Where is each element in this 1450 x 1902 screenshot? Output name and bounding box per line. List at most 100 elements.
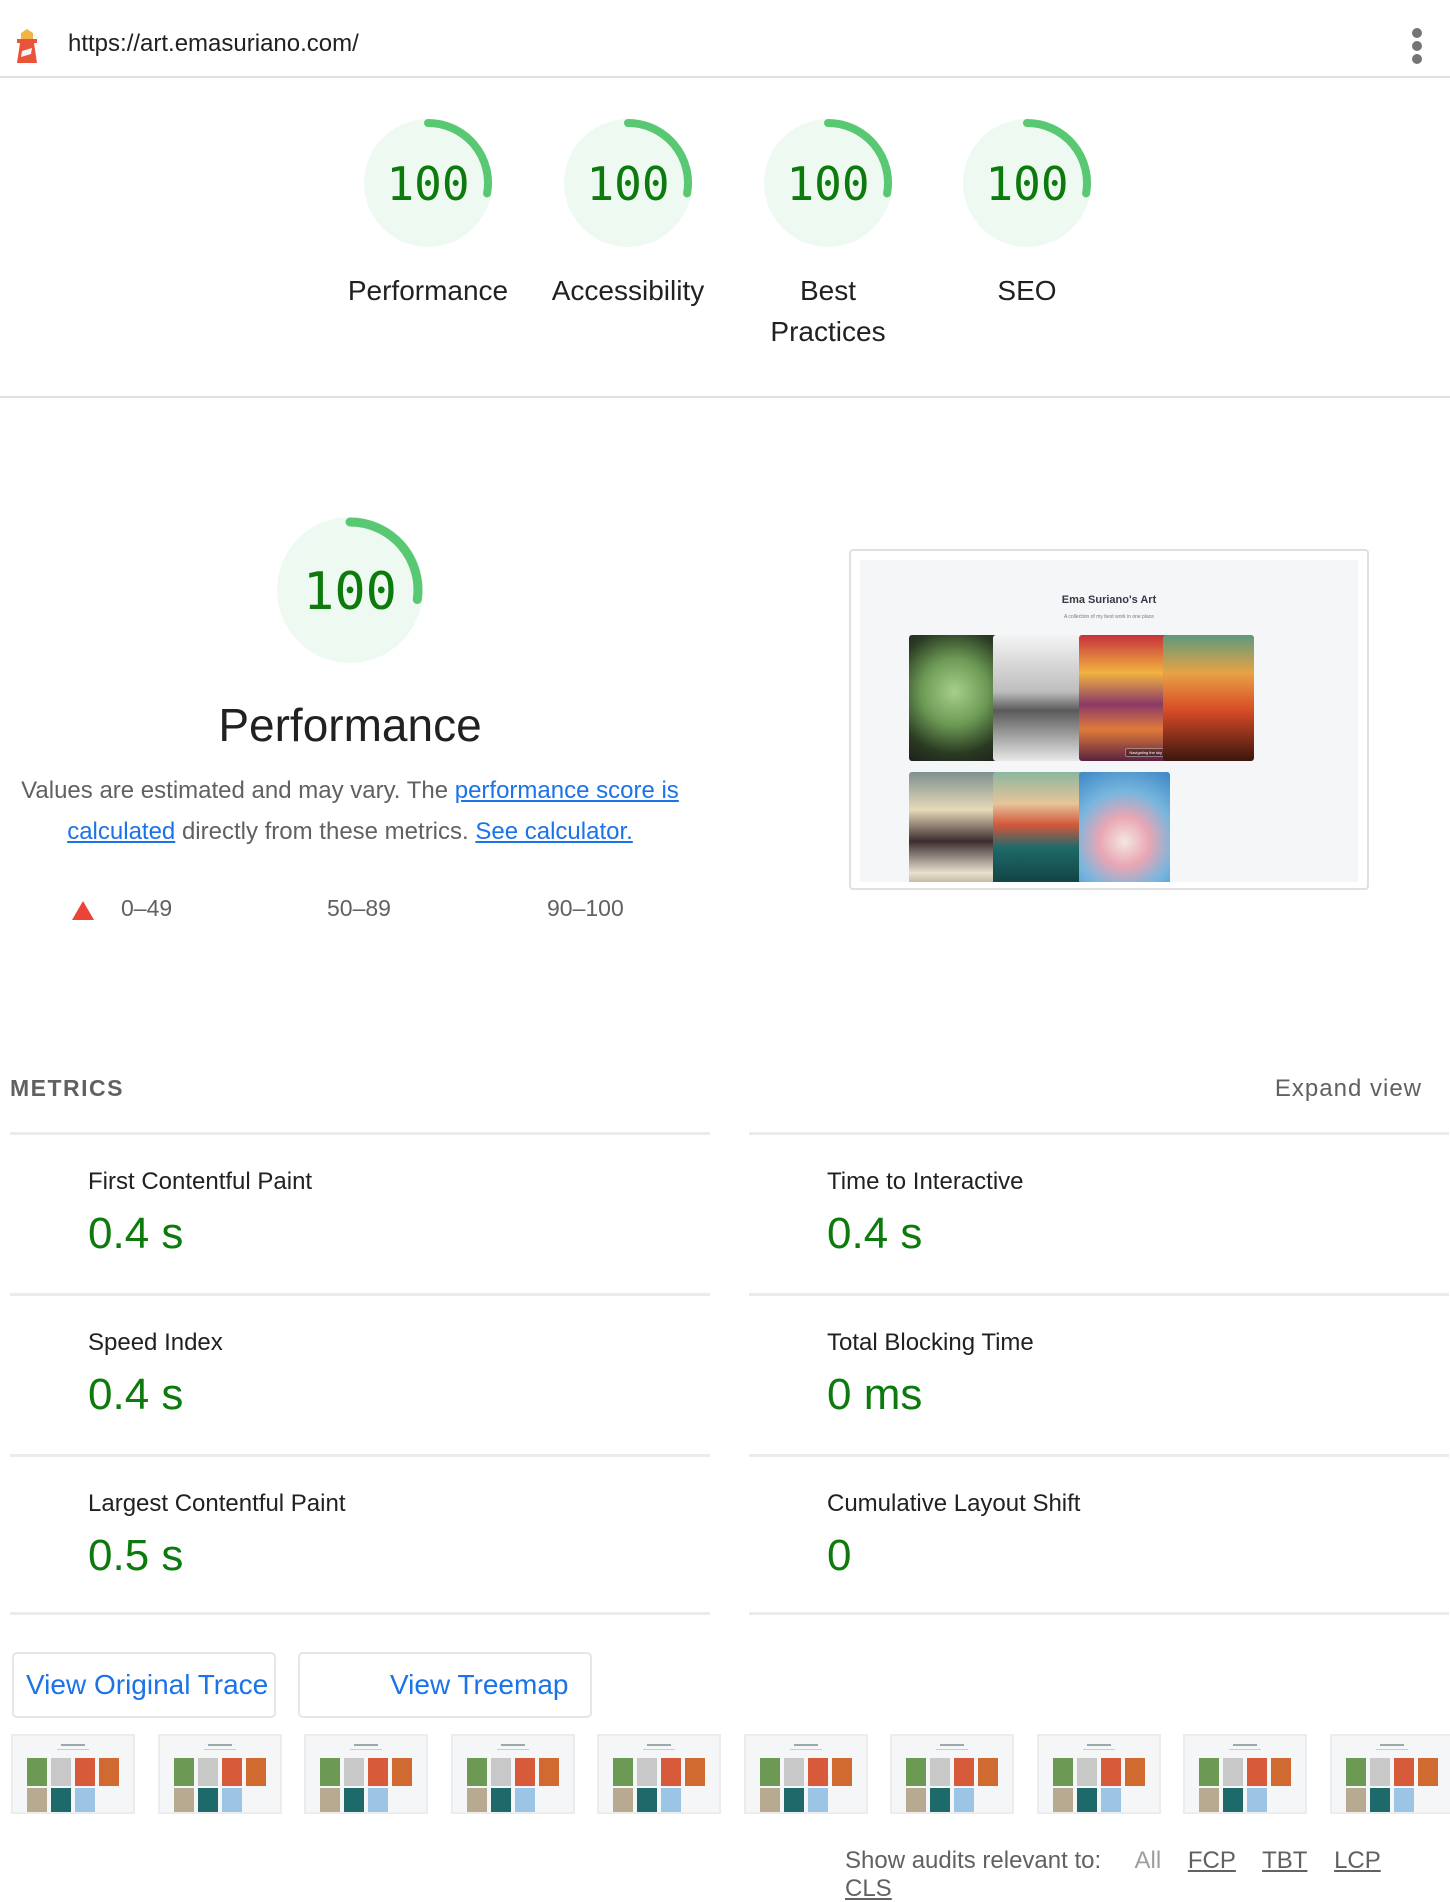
filter-cls[interactable]: CLS (845, 1875, 892, 1902)
art-caption: Navigating the sky (1125, 748, 1166, 757)
filmstrip-frame (11, 1734, 135, 1814)
filmstrip-thumb (75, 1758, 95, 1786)
filmstrip-thumb (1223, 1758, 1243, 1786)
filmstrip-thumb (1393, 1758, 1414, 1786)
gauge-best-practices[interactable]: 100 Best Practices (738, 110, 918, 352)
filmstrip-thumb (1124, 1758, 1145, 1786)
filmstrip-thumb (490, 1758, 511, 1786)
filmstrip-thumb (1247, 1758, 1267, 1786)
page-url: https://art.emasuriano.com/ (68, 30, 359, 57)
filmstrip-thumb (1417, 1758, 1438, 1786)
metric-label: Largest Contentful Paint (88, 1490, 346, 1517)
gauge-performance[interactable]: 100 Performance (338, 110, 518, 311)
gauge-ring: 100 (364, 119, 492, 247)
filmstrip-thumb (51, 1788, 71, 1812)
metrics-right-column: Time to Interactive 0.4 s Total Blocking… (749, 1132, 1449, 1615)
filmstrip-thumb (538, 1758, 559, 1786)
metric-value: 0 (827, 1531, 852, 1580)
metrics-left-column: First Contentful Paint 0.4 s Speed Index… (10, 1132, 710, 1615)
gauge-score: 100 (786, 157, 869, 211)
fail-triangle-icon (72, 901, 94, 920)
filter-tbt[interactable]: TBT (1262, 1847, 1307, 1874)
filmstrip-frame (597, 1734, 721, 1814)
filter-lcp[interactable]: LCP (1334, 1847, 1381, 1874)
filmstrip-thumb (661, 1788, 681, 1812)
art-tile-path (993, 772, 1084, 882)
art-tile-mountains (909, 772, 1000, 882)
legend-range-average: 50–89 (327, 895, 391, 921)
filmstrip-thumb (613, 1788, 633, 1812)
filmstrip-thumb (27, 1758, 47, 1786)
filmstrip-thumb (1100, 1788, 1121, 1812)
gauge-accessibility[interactable]: 100 Accessibility (538, 110, 718, 311)
filmstrip-thumb (75, 1788, 95, 1812)
gauge-label: Accessibility (551, 275, 705, 306)
screenshot-canvas: Ema Suriano's Art A collection of my bes… (860, 560, 1358, 882)
filmstrip-thumb (173, 1788, 194, 1812)
metric-total-blocking-time: Total Blocking Time 0 ms (749, 1293, 1449, 1454)
filmstrip-thumb (954, 1758, 974, 1786)
art-tile-sky: Navigating the sky (1079, 635, 1170, 761)
filter-fcp[interactable]: FCP (1188, 1847, 1236, 1874)
metric-value: 0.4 s (88, 1370, 184, 1419)
metric-label: First Contentful Paint (88, 1168, 313, 1195)
filter-all[interactable]: All (1135, 1847, 1162, 1874)
filmstrip-thumb (1052, 1758, 1073, 1786)
filmstrip-thumb (368, 1758, 388, 1786)
view-treemap-button[interactable]: View Treemap (298, 1652, 592, 1718)
metric-value: 0.4 s (827, 1209, 923, 1258)
filmstrip-thumb (661, 1758, 681, 1786)
filmstrip-thumb (27, 1788, 47, 1812)
filmstrip-frame (743, 1734, 868, 1814)
final-screenshot[interactable]: Ema Suriano's Art A collection of my bes… (849, 549, 1369, 890)
expand-view-toggle[interactable]: Expand view (1275, 1075, 1422, 1103)
metric-value: 0.5 s (88, 1531, 184, 1580)
more-vertical-icon[interactable] (1405, 26, 1429, 66)
art-tile-poodle (909, 635, 1000, 761)
filmstrip-thumb (637, 1788, 657, 1812)
filmstrip-thumb (906, 1758, 926, 1786)
filmstrip-thumb (1100, 1758, 1121, 1786)
preview-site-subtitle: A collection of my best work in one plac… (1063, 614, 1155, 620)
metric-label: Speed Index (88, 1329, 223, 1356)
gauge-score: 100 (985, 157, 1068, 211)
filmstrip-thumb (1052, 1788, 1073, 1812)
filmstrip (0, 1734, 1450, 1816)
metric-largest-contentful-paint: Largest Contentful Paint 0.5 s (10, 1454, 710, 1615)
lighthouse-icon (17, 29, 37, 63)
art-tile-tower (993, 635, 1084, 761)
filmstrip-thumb (514, 1758, 535, 1786)
metric-speed-index: Speed Index 0.4 s (10, 1293, 710, 1454)
filmstrip-thumb (514, 1788, 535, 1812)
performance-gauge: 100 (277, 517, 423, 663)
gauge-seo[interactable]: 100 SEO (937, 110, 1117, 311)
filmstrip-thumb (51, 1758, 71, 1786)
desc-text: Values are estimated and may vary. The (21, 777, 455, 804)
filmstrip-thumb (344, 1788, 364, 1812)
filmstrip-thumb (320, 1788, 340, 1812)
metrics-header: METRICS (10, 1075, 124, 1101)
filmstrip-thumb (1345, 1788, 1366, 1812)
filmstrip-thumb (368, 1788, 388, 1812)
filmstrip-thumb (807, 1758, 828, 1786)
filmstrip-thumb (392, 1758, 412, 1786)
filmstrip-thumb (685, 1758, 705, 1786)
see-calculator-link[interactable]: See calculator. (475, 818, 632, 845)
filmstrip-thumb (221, 1758, 242, 1786)
gauge-ring: 100 (764, 119, 892, 247)
report-topbar: https://art.emasuriano.com/ (0, 0, 1450, 78)
performance-title: Performance (218, 699, 482, 751)
art-tile-gaucho (1163, 635, 1254, 761)
score-legend: 0–49 50–89 90–100 (0, 895, 700, 935)
filmstrip-thumb (1393, 1788, 1414, 1812)
gauge-score: 100 (586, 157, 669, 211)
metric-first-contentful-paint: First Contentful Paint 0.4 s (10, 1132, 710, 1293)
filmstrip-thumb (1199, 1788, 1219, 1812)
view-original-trace-button[interactable]: View Original Trace (12, 1652, 276, 1718)
performance-summary: 100 Performance Values are estimated and… (0, 510, 700, 852)
filmstrip-thumb (906, 1788, 926, 1812)
gauge-ring: 100 (963, 119, 1091, 247)
filmstrip-thumb (783, 1758, 804, 1786)
filmstrip-thumb (1271, 1758, 1291, 1786)
filmstrip-frame (1036, 1734, 1161, 1814)
